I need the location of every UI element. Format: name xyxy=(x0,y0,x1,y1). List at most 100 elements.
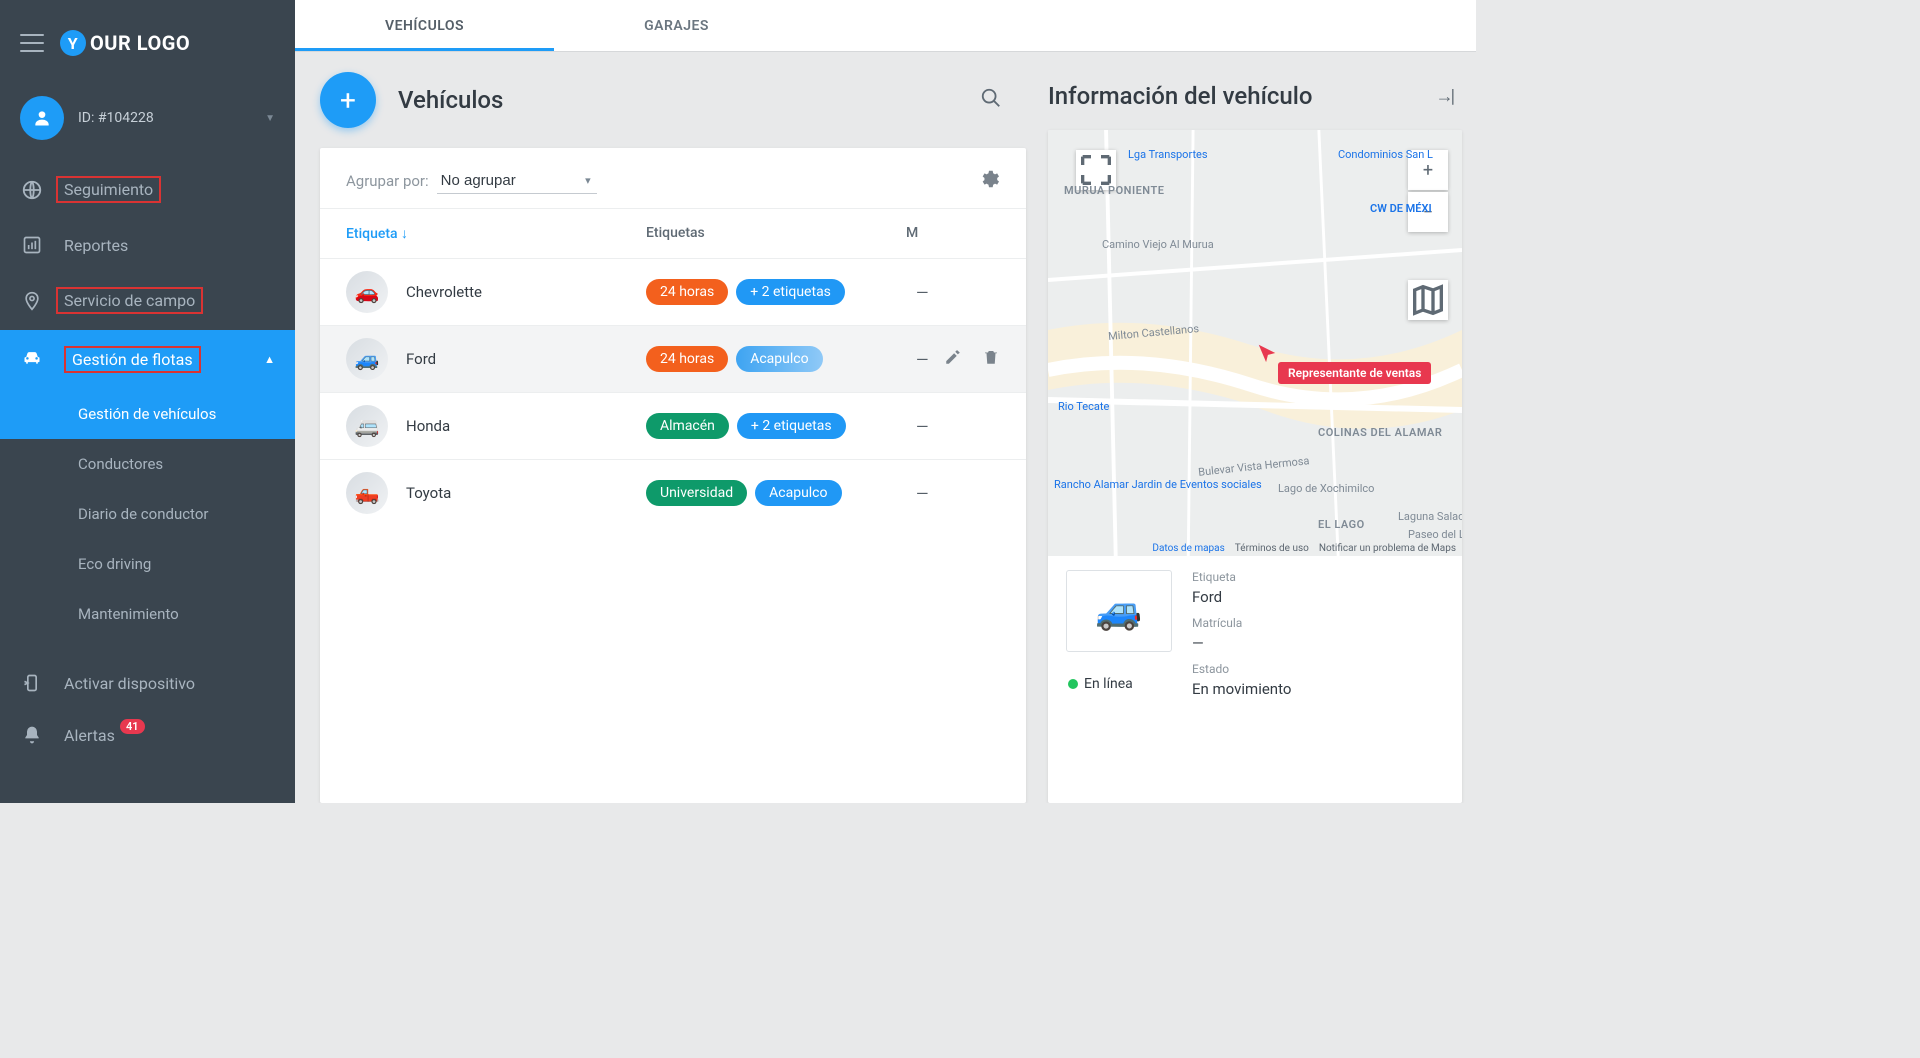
user-avatar-icon xyxy=(20,96,64,140)
logo-text: OUR LOGO xyxy=(90,31,190,55)
nav-sub-mantenimiento[interactable]: Mantenimiento xyxy=(0,589,295,639)
map-report[interactable]: Notificar un problema de Maps xyxy=(1319,543,1456,554)
hamburger-icon[interactable] xyxy=(20,34,44,52)
vehicle-name: Ford xyxy=(406,350,646,368)
info-matricula-value: — xyxy=(1192,634,1291,652)
logo: Y OUR LOGO xyxy=(60,30,190,56)
nav-sub-eco[interactable]: Eco driving xyxy=(0,539,295,589)
vehicle-tags: Universidad Acapulco xyxy=(646,480,906,506)
map-zoom-out-button[interactable]: − xyxy=(1408,192,1448,232)
col-header-tags[interactable]: Etiquetas xyxy=(646,225,906,242)
pin-icon xyxy=(20,290,44,312)
info-etiqueta-value: Ford xyxy=(1192,588,1291,606)
chevron-down-icon: ▼ xyxy=(265,113,275,124)
tab-vehiculos[interactable]: VEHÍCULOS xyxy=(295,0,554,51)
globe-icon xyxy=(20,179,44,201)
user-id-label: ID: #104228 xyxy=(78,110,154,126)
nav-flotas[interactable]: Gestión de flotas ▲ xyxy=(0,330,295,389)
col-header-m[interactable]: M xyxy=(906,225,918,242)
add-vehicle-button[interactable]: + xyxy=(320,72,376,128)
map-zoom-in-button[interactable]: + xyxy=(1408,150,1448,190)
tag: Universidad xyxy=(646,480,747,506)
main: VEHÍCULOS GARAJES + Vehículos Agrupar po… xyxy=(295,0,1476,803)
vehicle-tags: 24 horas Acapulco xyxy=(646,346,906,372)
map-layer-button[interactable] xyxy=(1408,280,1448,320)
chevron-up-icon: ▲ xyxy=(264,353,275,366)
map-marker-icon xyxy=(1256,342,1278,368)
bell-icon xyxy=(20,725,44,745)
vehicle-info-block: 🚙 Etiqueta Ford Matrícula — Estado En mo… xyxy=(1048,556,1462,718)
map-card: + − Representante de ventas Lga Transpor… xyxy=(1048,130,1462,803)
col-header-label[interactable]: Etiqueta ↓ xyxy=(346,225,646,242)
info-estado-value: En movimiento xyxy=(1192,680,1291,698)
table-row[interactable]: 🛻 ToyotaUniversidad Acapulco — xyxy=(320,459,1026,526)
nav-servicio-campo[interactable]: Servicio de campo xyxy=(0,271,295,330)
tag: 24 horas xyxy=(646,279,728,305)
map[interactable]: + − Representante de ventas Lga Transpor… xyxy=(1048,130,1462,556)
info-panel: Información del vehículo →| xyxy=(1048,72,1476,803)
search-icon[interactable] xyxy=(980,87,1002,113)
vehicle-tags: Almacén + 2 etiquetas xyxy=(646,413,906,439)
tag: Acapulco xyxy=(736,346,822,372)
tag: 24 horas xyxy=(646,346,728,372)
online-status: En línea xyxy=(1068,676,1133,692)
tag: Acapulco xyxy=(755,480,841,506)
info-etiqueta-label: Etiqueta xyxy=(1192,570,1291,584)
vehicle-avatar: 🛻 xyxy=(346,472,388,514)
logo-circle: Y xyxy=(60,30,86,56)
tag: + 2 etiquetas xyxy=(737,413,846,439)
map-attribution: Datos de mapas Términos de uso Notificar… xyxy=(1152,543,1456,554)
vehicle-tags: 24 horas + 2 etiquetas xyxy=(646,279,906,305)
vehicle-m: — xyxy=(916,417,929,436)
vehicle-name: Toyota xyxy=(406,484,646,502)
map-data-link[interactable]: Datos de mapas xyxy=(1152,543,1224,554)
nav-flotas-group: Gestión de flotas ▲ Gestión de vehículos xyxy=(0,330,295,439)
vehicle-avatar: 🚗 xyxy=(346,271,388,313)
status-dot-icon xyxy=(1068,679,1078,689)
map-terms[interactable]: Términos de uso xyxy=(1235,543,1309,554)
vehicle-name: Chevrolette xyxy=(406,283,646,301)
sidebar: Y OUR LOGO ID: #104228 ▼ Seguimiento Rep… xyxy=(0,0,295,803)
vehicle-thumbnail: 🚙 xyxy=(1066,570,1172,652)
vehicles-panel: + Vehículos Agrupar por: No agrupar xyxy=(320,72,1026,803)
vehicle-m: — xyxy=(916,484,929,503)
tag: Almacén xyxy=(646,413,729,439)
alerts-badge: 41 xyxy=(120,719,145,734)
nav-seguimiento[interactable]: Seguimiento xyxy=(0,160,295,219)
group-by-select[interactable]: No agrupar xyxy=(437,168,597,194)
vehicle-name: Honda xyxy=(406,417,646,435)
info-estado-label: Estado xyxy=(1192,662,1291,676)
collapse-icon[interactable]: →| xyxy=(1436,86,1452,107)
user-section[interactable]: ID: #104228 ▼ xyxy=(0,76,295,160)
info-matricula-label: Matrícula xyxy=(1192,616,1291,630)
table-row[interactable]: 🚐 HondaAlmacén + 2 etiquetas — xyxy=(320,392,1026,459)
edit-icon[interactable] xyxy=(944,348,962,370)
tabs: VEHÍCULOS GARAJES xyxy=(295,0,1476,52)
nav-sub-vehiculos[interactable]: Gestión de vehículos xyxy=(0,389,295,439)
nav-sub-diario[interactable]: Diario de conductor xyxy=(0,489,295,539)
map-marker-label: Representante de ventas xyxy=(1278,362,1431,384)
nav-activar-dispositivo[interactable]: Activar dispositivo xyxy=(0,657,295,709)
tag: + 2 etiquetas xyxy=(736,279,845,305)
group-by-label: Agrupar por: xyxy=(346,172,429,190)
table-row[interactable]: 🚗 Chevrolette24 horas + 2 etiquetas — xyxy=(320,258,1026,325)
vehicle-avatar: 🚙 xyxy=(346,338,388,380)
car-icon xyxy=(20,348,44,372)
gear-icon[interactable] xyxy=(978,168,1000,194)
vehicle-m: — xyxy=(916,283,929,302)
table-row[interactable]: 🚙 Ford24 horas Acapulco — xyxy=(320,325,1026,392)
info-panel-title: Información del vehículo xyxy=(1048,82,1312,110)
vehicle-m: — xyxy=(916,350,929,369)
nav-reportes[interactable]: Reportes xyxy=(0,219,295,271)
sort-arrow-icon: ↓ xyxy=(401,226,408,242)
nav-alertas[interactable]: Alertas 41 xyxy=(0,709,295,761)
device-icon xyxy=(20,673,44,693)
tab-garajes[interactable]: GARAJES xyxy=(554,0,799,51)
vehicle-avatar: 🚐 xyxy=(346,405,388,447)
delete-icon[interactable] xyxy=(982,348,1000,370)
nav-sub-conductores[interactable]: Conductores xyxy=(0,439,295,489)
vehicles-card: Agrupar por: No agrupar Etiqueta ↓ xyxy=(320,148,1026,803)
map-fullscreen-button[interactable] xyxy=(1076,150,1116,190)
panel-title: Vehículos xyxy=(398,86,503,114)
chart-icon xyxy=(20,235,44,255)
